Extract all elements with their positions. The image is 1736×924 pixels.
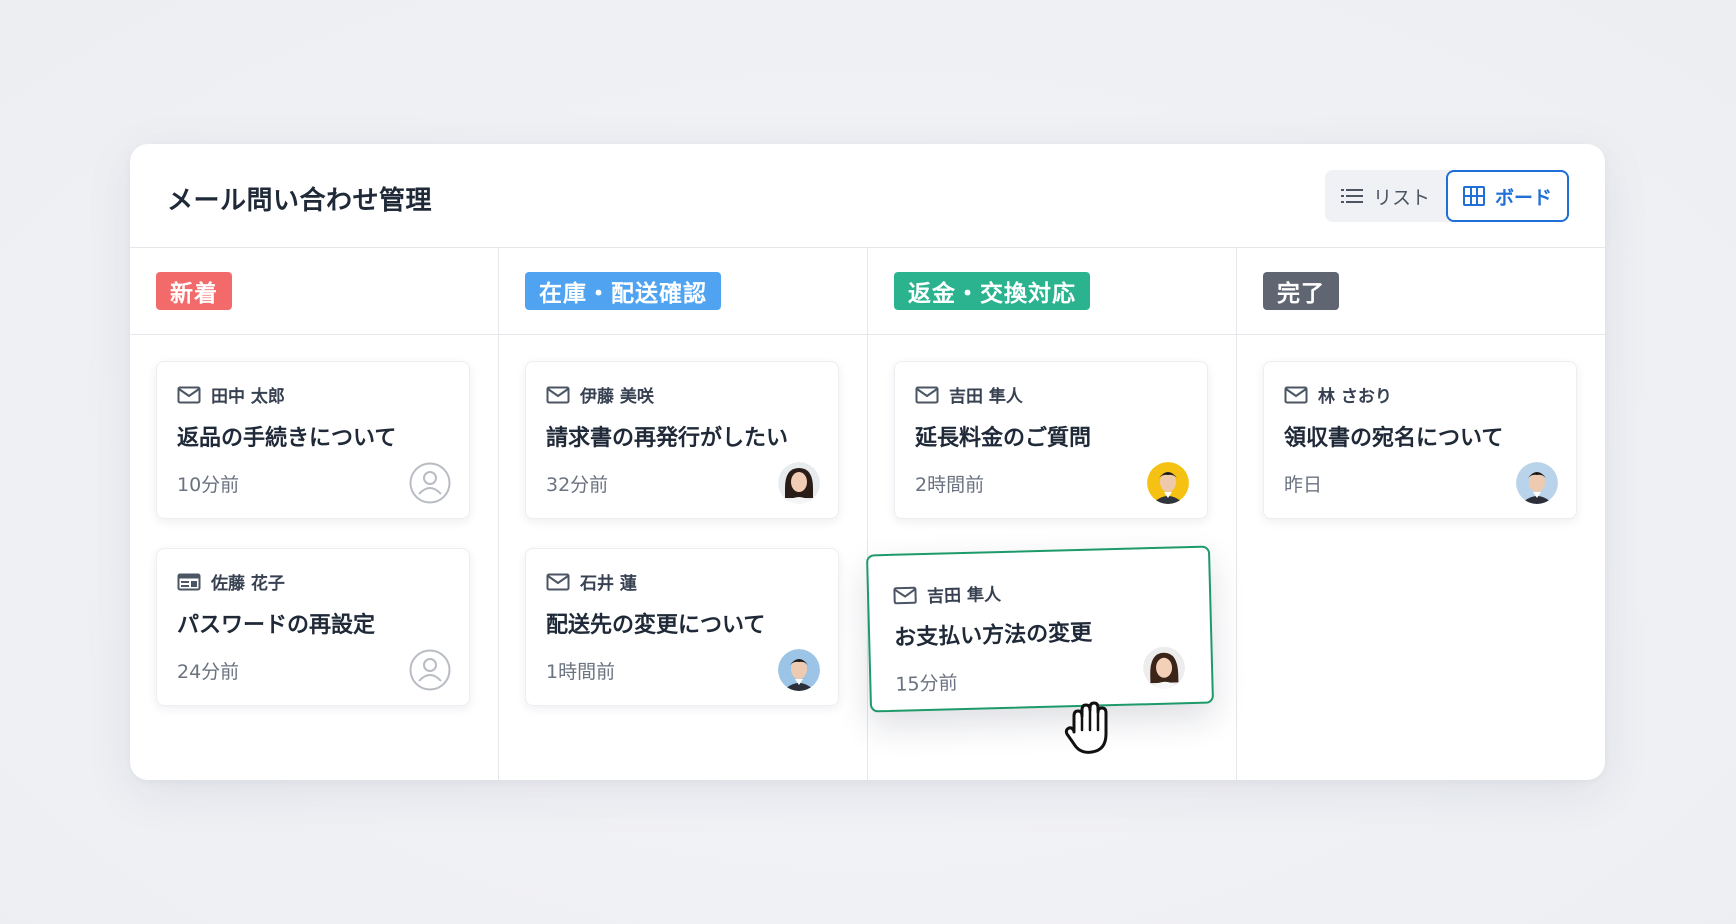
- card-sender: 林 さおり: [1284, 382, 1392, 407]
- man-photo-avatar-yellow: [1147, 462, 1189, 504]
- card-time: 15分前: [895, 672, 958, 696]
- inquiry-card[interactable]: 吉田 隼人 延長料金のご質問 2時間前: [894, 361, 1208, 519]
- mail-icon: [546, 386, 570, 403]
- column-stock-shipping: 在庫・配送確認 伊藤 美咲 請求書の再発行がしたい 32分前 石井 蓮 配送先の…: [499, 248, 868, 780]
- man-photo-avatar: [1516, 462, 1558, 504]
- board-view-button[interactable]: ボード: [1446, 170, 1569, 222]
- status-tag-new: 新着: [156, 272, 232, 310]
- status-tag-done: 完了: [1263, 272, 1339, 310]
- card-sender: 吉田 隼人: [915, 382, 1023, 407]
- woman-photo-avatar-2: [1143, 646, 1186, 690]
- card-subject: 返品の手続きについて: [177, 426, 397, 451]
- dragging-card[interactable]: 吉田 隼人 お支払い方法の変更 15分前: [865, 545, 1215, 713]
- mail-icon: [1284, 386, 1308, 403]
- inquiry-card[interactable]: 佐藤 花子 パスワードの再設定 24分前: [156, 548, 470, 706]
- card-sender: 伊藤 美咲: [546, 382, 654, 407]
- card-time: 昨日: [1284, 474, 1323, 496]
- form-icon: [177, 573, 201, 590]
- card-sender: 吉田 隼人: [893, 580, 1002, 608]
- board-view-label: ボード: [1494, 186, 1552, 209]
- sender-name: 佐藤 花子: [211, 574, 285, 594]
- view-toggle: リスト ボード: [1325, 170, 1569, 222]
- page-title: メール問い合わせ管理: [167, 186, 433, 216]
- sender-name: 田中 太郎: [211, 387, 285, 407]
- card-sender: 佐藤 花子: [177, 569, 285, 594]
- grab-hand-cursor-icon: [1064, 701, 1108, 754]
- card-subject: 領収書の宛名について: [1284, 426, 1504, 451]
- card-subject: 請求書の再発行がしたい: [546, 426, 789, 451]
- mail-icon: [893, 586, 917, 604]
- list-view-button[interactable]: リスト: [1325, 170, 1446, 222]
- card-subject: お支払い方法の変更: [893, 620, 1093, 651]
- list-view-label: リスト: [1372, 186, 1430, 209]
- default-user-icon: [409, 462, 451, 504]
- status-tag-refund: 返金・交換対応: [894, 272, 1090, 310]
- sender-name: 石井 蓮: [580, 574, 637, 594]
- column-done: 完了 林 さおり 領収書の宛名について 昨日: [1237, 248, 1605, 780]
- card-time: 2時間前: [915, 474, 985, 496]
- inquiry-card[interactable]: 石井 蓮 配送先の変更について 1時間前: [525, 548, 839, 706]
- inquiry-card[interactable]: 林 さおり 領収書の宛名について 昨日: [1263, 361, 1577, 519]
- board-header: メール問い合わせ管理 リスト ボード: [130, 144, 1605, 248]
- card-time: 10分前: [177, 474, 240, 496]
- mail-icon: [915, 386, 939, 403]
- man-photo-avatar: [778, 649, 820, 691]
- mail-icon: [177, 386, 201, 403]
- column-header: 返金・交換対応: [868, 248, 1236, 335]
- card-subject: パスワードの再設定: [177, 613, 376, 638]
- list-icon: [1340, 189, 1363, 203]
- woman-photo-avatar: [778, 462, 820, 504]
- grid-icon: [1462, 186, 1485, 206]
- card-subject: 配送先の変更について: [546, 613, 766, 638]
- card-time: 1時間前: [546, 661, 616, 683]
- column-new: 新着 田中 太郎 返品の手続きについて 10分前 佐藤 花子 パスワードの再設定…: [130, 248, 499, 780]
- default-user-icon: [409, 649, 451, 691]
- sender-name: 林 さおり: [1318, 387, 1392, 407]
- column-header: 在庫・配送確認: [499, 248, 867, 335]
- status-tag-stock: 在庫・配送確認: [525, 272, 721, 310]
- mail-icon: [546, 573, 570, 590]
- card-sender: 石井 蓮: [546, 569, 637, 594]
- sender-name: 伊藤 美咲: [580, 387, 654, 407]
- inquiry-card[interactable]: 田中 太郎 返品の手続きについて 10分前: [156, 361, 470, 519]
- card-time: 32分前: [546, 474, 609, 496]
- inquiry-board-panel: メール問い合わせ管理 リスト ボード 新着 田中 太郎 返品の手続きについて 1…: [130, 144, 1605, 780]
- column-header: 完了: [1237, 248, 1605, 335]
- sender-name: 吉田 隼人: [949, 387, 1023, 407]
- sender-name: 吉田 隼人: [926, 585, 1002, 607]
- column-header: 新着: [130, 248, 498, 335]
- card-sender: 田中 太郎: [177, 382, 285, 407]
- card-time: 24分前: [177, 661, 240, 683]
- card-subject: 延長料金のご質問: [915, 426, 1092, 451]
- inquiry-card[interactable]: 伊藤 美咲 請求書の再発行がしたい 32分前: [525, 361, 839, 519]
